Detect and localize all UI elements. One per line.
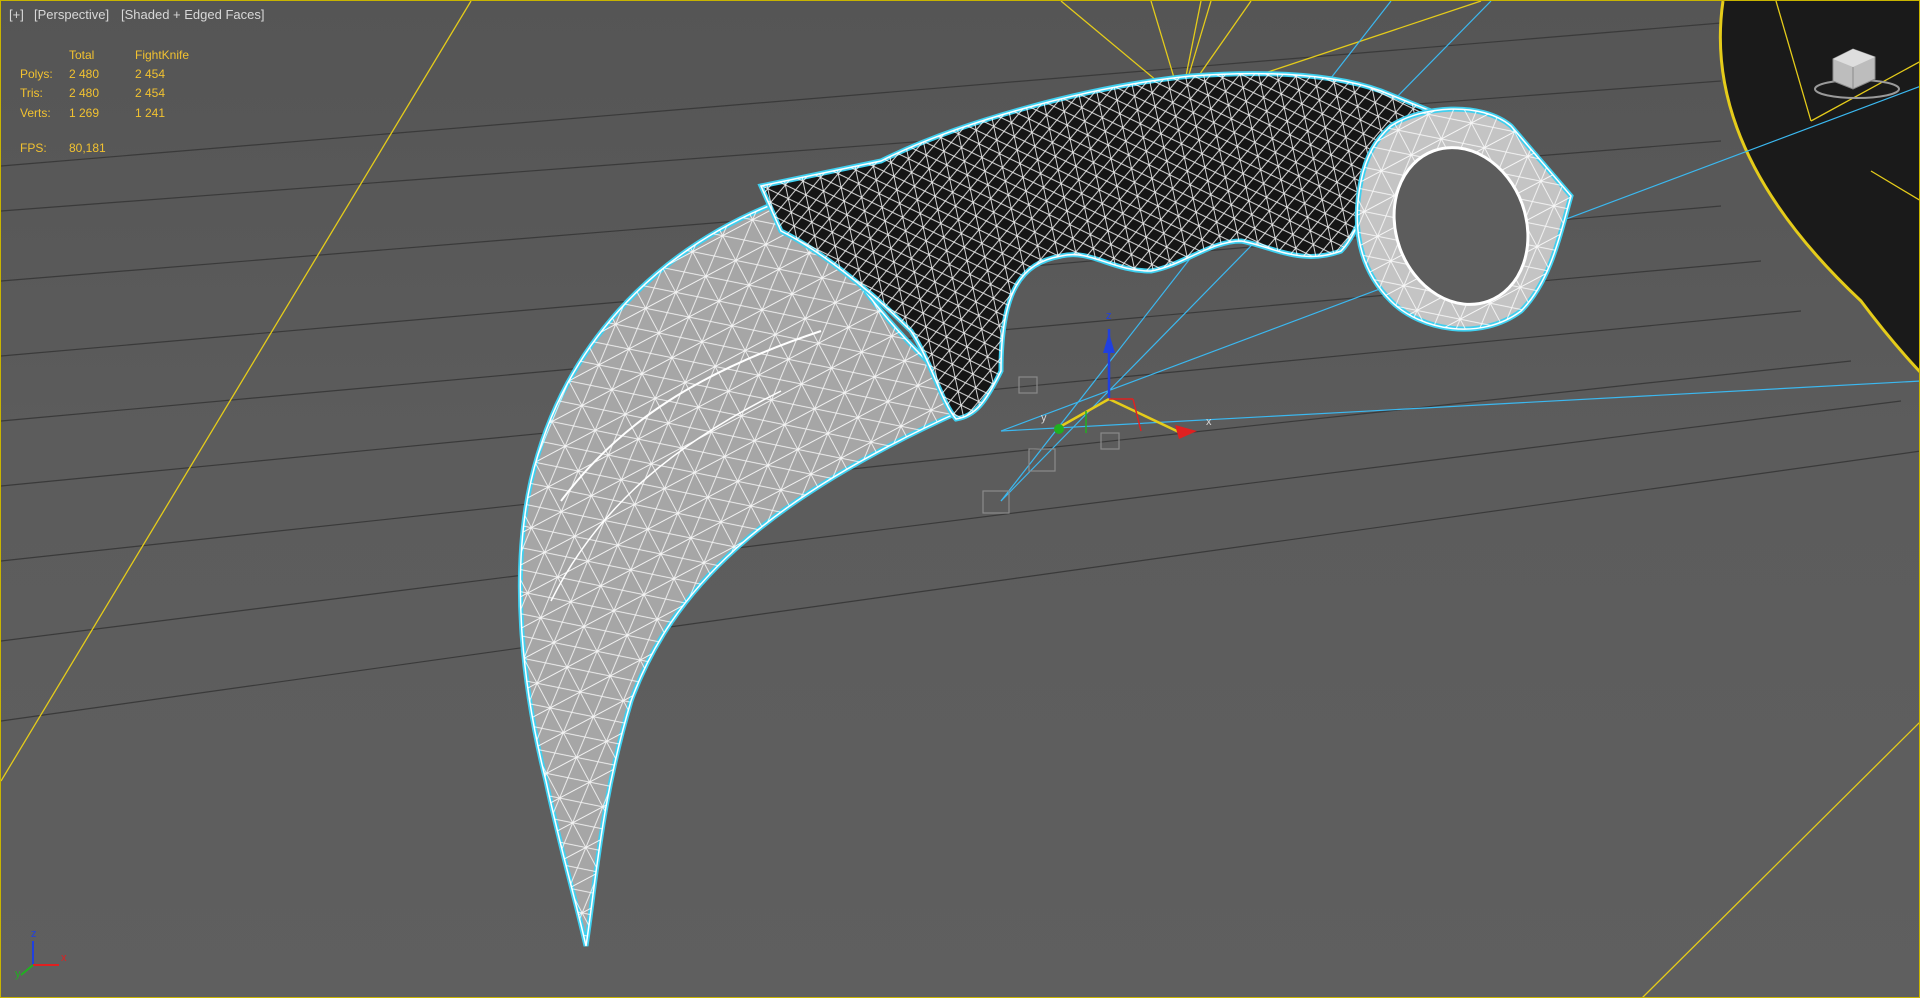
stats-row-tris: Tris: 2 480 2 454 (20, 84, 205, 103)
gizmo-x-label: x (1206, 416, 1212, 428)
stats-header-row: Total FightKnife (20, 45, 205, 64)
gizmo-z-label: z (1106, 310, 1112, 322)
stats-label: Verts: (20, 105, 51, 120)
fps-value: 80,181 (69, 141, 106, 155)
viewport-point-of-view-menu[interactable]: [Perspective] (34, 7, 109, 22)
fps-label: FPS: (20, 141, 47, 155)
stats-total-value: 2 480 (69, 66, 100, 81)
viewport-general-menu[interactable]: [+] (9, 7, 24, 22)
stats-row-verts: Verts: 1 269 1 241 (20, 103, 205, 122)
stats-header-object: FightKnife (135, 47, 190, 62)
stats-total-value: 2 480 (69, 86, 100, 101)
stats-header-total: Total (69, 47, 95, 62)
gizmo-y-label: y (1041, 412, 1047, 424)
stats-object-value: 1 241 (135, 105, 166, 120)
viewport-statistics: Total FightKnife Polys: 2 480 2 454 Tris… (20, 45, 205, 122)
tripod-y-label: y (15, 968, 21, 980)
tripod-x-label: x (61, 952, 67, 964)
stats-total-value: 1 269 (69, 105, 100, 120)
fps-readout: FPS: 80,181 (20, 141, 106, 155)
stats-row-polys: Polys: 2 480 2 454 (20, 64, 205, 83)
viewport-shading-menu[interactable]: [Shaded + Edged Faces] (121, 7, 264, 22)
tripod-z-label: z (31, 928, 37, 940)
viewport-scene[interactable]: z x y z x y (1, 1, 1920, 998)
stats-object-value: 2 454 (135, 86, 166, 101)
perspective-viewport[interactable]: z x y z x y [+] [Perspective] [Shaded + … (0, 0, 1920, 998)
stats-label: Polys: (20, 66, 53, 81)
stats-label: Tris: (20, 86, 43, 101)
stats-object-value: 2 454 (135, 66, 166, 81)
